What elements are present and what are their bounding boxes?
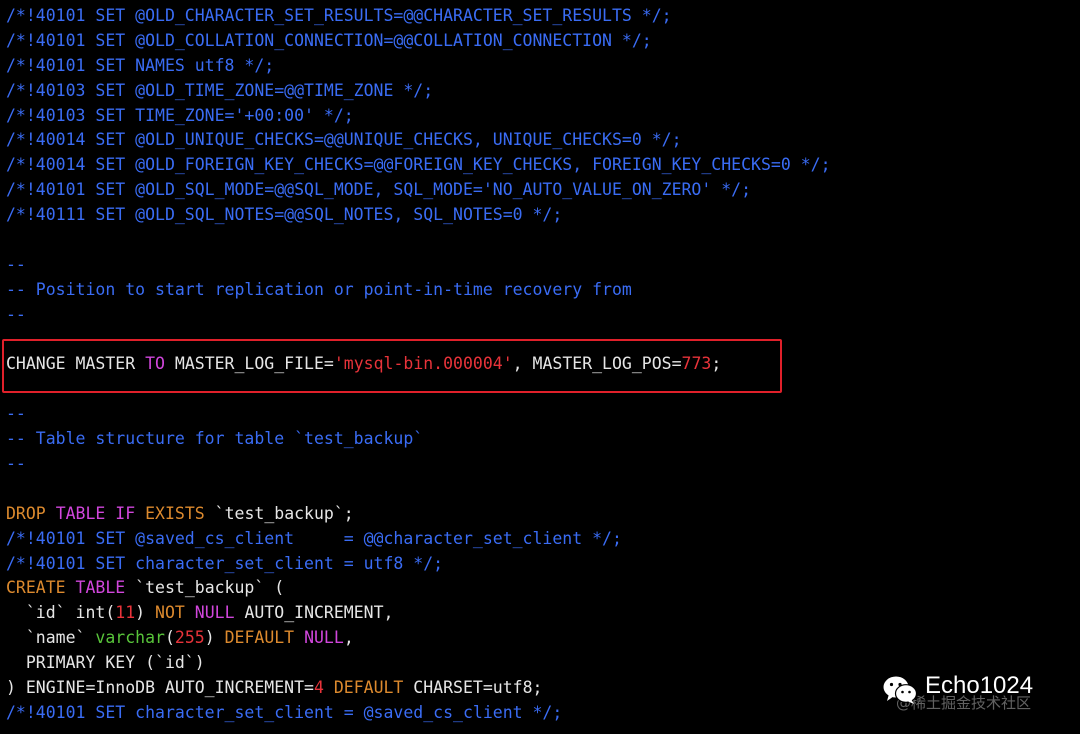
code-token: `name` bbox=[6, 628, 96, 648]
code-token: -- bbox=[6, 454, 26, 474]
code-token: -- bbox=[6, 404, 26, 424]
code-token: 11 bbox=[115, 603, 136, 623]
code-token: IF bbox=[115, 503, 136, 523]
code-token: /*!40101 SET character_set_client = @sav… bbox=[6, 702, 563, 722]
code-token: /*!40014 SET @OLD_FOREIGN_KEY_CHECKS=@@F… bbox=[6, 155, 831, 175]
code-token: varchar bbox=[95, 628, 165, 648]
code-token: DROP bbox=[6, 503, 46, 523]
code-token: /*!40103 SET @OLD_TIME_ZONE=@@TIME_ZONE … bbox=[6, 80, 434, 100]
code-token: ) bbox=[135, 603, 156, 623]
code-token: /*!40101 SET NAMES utf8 */; bbox=[6, 55, 275, 75]
code-line: -- bbox=[6, 402, 1080, 427]
code-line: /*!40101 SET character_set_client = utf8… bbox=[6, 552, 1080, 577]
code-token: ) bbox=[204, 628, 225, 648]
code-token: /*!40101 SET @OLD_CHARACTER_SET_RESULTS=… bbox=[6, 6, 672, 25]
code-token: DEFAULT bbox=[224, 628, 295, 648]
code-line: -- Position to start replication or poin… bbox=[6, 278, 1080, 303]
code-token: /*!40101 SET character_set_client = utf8… bbox=[6, 553, 444, 573]
code-token: /*!40101 SET @saved_cs_client = @@charac… bbox=[6, 528, 622, 548]
code-line: /*!40101 SET @OLD_CHARACTER_SET_RESULTS=… bbox=[6, 4, 1080, 29]
code-line: /*!40111 SET @OLD_SQL_NOTES=@@SQL_NOTES,… bbox=[6, 203, 1080, 228]
code-token: NOT bbox=[155, 603, 185, 623]
code-token: /*!40103 SET TIME_ZONE='+00:00' */; bbox=[6, 105, 354, 125]
watermark-author-name: Echo1024 bbox=[925, 672, 1034, 699]
code-token: AUTO_INCREMENT, bbox=[234, 603, 394, 623]
code-line: /*!40103 SET TIME_ZONE='+00:00' */; bbox=[6, 104, 1080, 129]
code-line: -- bbox=[6, 303, 1080, 328]
code-line: -- bbox=[6, 452, 1080, 477]
code-line: `id` int(11) NOT NULL AUTO_INCREMENT, bbox=[6, 601, 1080, 626]
code-token: -- bbox=[6, 254, 26, 274]
code-line: /*!40101 SET NAMES utf8 */; bbox=[6, 54, 1080, 79]
code-token: -- Position to start replication or poin… bbox=[6, 279, 632, 299]
code-token: 4 bbox=[313, 678, 324, 698]
code-token: NULL bbox=[304, 628, 344, 648]
code-line: `name` varchar(255) DEFAULT NULL, bbox=[6, 626, 1080, 651]
code-line: /*!40101 SET @OLD_COLLATION_CONNECTION=@… bbox=[6, 29, 1080, 54]
code-line: /*!40103 SET @OLD_TIME_ZONE=@@TIME_ZONE … bbox=[6, 79, 1080, 104]
code-token: ( bbox=[164, 628, 175, 648]
code-token: ) ENGINE=InnoDB AUTO_INCREMENT= bbox=[6, 678, 314, 698]
code-line: ​ bbox=[6, 228, 1080, 253]
code-token: `test_backup` ( bbox=[125, 578, 285, 598]
code-line: DROP TABLE IF EXISTS `test_backup`; bbox=[6, 502, 1080, 527]
code-line: /*!40014 SET @OLD_UNIQUE_CHECKS=@@UNIQUE… bbox=[6, 128, 1080, 153]
code-token: TABLE bbox=[75, 578, 126, 598]
code-token: `test_backup`; bbox=[204, 503, 354, 523]
code-token: PRIMARY KEY (`id`) bbox=[6, 653, 205, 673]
code-token: TABLE bbox=[55, 503, 106, 523]
code-token: /*!40111 SET @OLD_SQL_NOTES=@@SQL_NOTES,… bbox=[6, 205, 563, 225]
code-line: ​ bbox=[6, 477, 1080, 502]
code-line: /*!40101 SET @OLD_SQL_MODE=@@SQL_MODE, S… bbox=[6, 178, 1080, 203]
watermark: @稀土掘金技术社区 Echo1024 bbox=[882, 670, 1072, 714]
highlight-box bbox=[2, 339, 782, 393]
code-token: DEFAULT bbox=[333, 678, 404, 698]
code-line: CREATE TABLE `test_backup` ( bbox=[6, 576, 1080, 601]
code-token: NULL bbox=[194, 603, 235, 623]
code-token: /*!40014 SET @OLD_UNIQUE_CHECKS=@@UNIQUE… bbox=[6, 130, 682, 150]
code-token: CREATE bbox=[6, 578, 66, 598]
code-line: -- Table structure for table `test_backu… bbox=[6, 427, 1080, 452]
code-token: CHARSET=utf8; bbox=[403, 678, 543, 698]
code-token: -- Table structure for table `test_backu… bbox=[6, 429, 424, 449]
code-token: -- bbox=[6, 304, 26, 324]
code-token: /*!40101 SET @OLD_SQL_MODE=@@SQL_MODE, S… bbox=[6, 180, 752, 200]
code-line: -- bbox=[6, 253, 1080, 278]
code-token: , bbox=[343, 628, 354, 648]
code-token: EXISTS bbox=[145, 503, 205, 523]
code-line: /*!40101 SET @saved_cs_client = @@charac… bbox=[6, 527, 1080, 552]
code-token: `id` int( bbox=[6, 603, 116, 623]
code-token: 255 bbox=[174, 628, 205, 648]
code-token: /*!40101 SET @OLD_COLLATION_CONNECTION=@… bbox=[6, 30, 652, 50]
code-line: /*!40014 SET @OLD_FOREIGN_KEY_CHECKS=@@F… bbox=[6, 153, 1080, 178]
wechat-icon bbox=[883, 676, 918, 704]
